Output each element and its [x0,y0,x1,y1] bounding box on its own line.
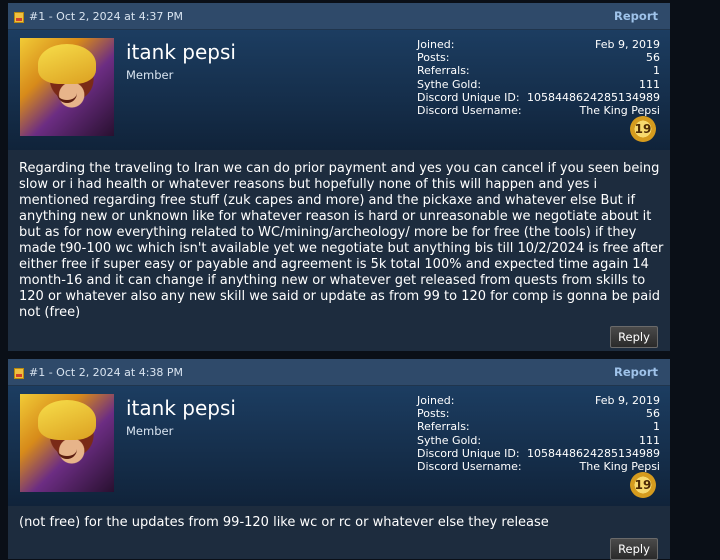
rank-badge-icon: 19 [630,472,656,498]
reply-button[interactable]: Reply [610,326,658,348]
posts-value[interactable]: 56 [527,51,660,64]
forum-post: #1 - Oct 2, 2024 at 4:38 PM Report itank… [8,359,670,560]
posts-label: Posts: [417,51,450,65]
discord-username-label: Discord Username: [417,460,522,474]
joined-label: Joined: [417,394,455,407]
posts-label: Posts: [417,407,450,421]
discord-id-value: 1058448624285134989 [527,90,660,104]
avatar[interactable] [20,394,114,492]
username-link[interactable]: itank pepsi [126,396,236,420]
user-stats-values: Feb 9, 2019 56 1 111 1058448624285134989… [527,38,660,117]
forum-post: #1 - Oct 2, 2024 at 4:37 PM Report itank… [8,3,670,351]
post-permalink[interactable]: #1 - Oct 2, 2024 at 4:37 PM [29,10,183,23]
reply-button[interactable]: Reply [610,538,658,560]
post-message: Regarding the traveling to Iran we can d… [19,161,664,320]
post-icon [14,368,24,379]
gold-value: 111 [639,433,660,447]
posts-value[interactable]: 56 [527,407,660,420]
referrals-value: 1 [653,64,660,78]
joined-value: Feb 9, 2019 [595,38,660,51]
post-icon [14,12,24,23]
discord-id-value: 1058448624285134989 [527,446,660,460]
report-link[interactable]: Report [614,365,658,379]
post-header: #1 - Oct 2, 2024 at 4:37 PM Report [8,3,670,30]
username-link[interactable]: itank pepsi [126,40,236,64]
joined-value: Feb 9, 2019 [595,394,660,407]
user-stats-labels: Joined: Posts: Referrals: Sythe Gold: Di… [417,394,522,473]
gold-value: 111 [639,77,660,91]
gold-label: Sythe Gold: [417,77,482,91]
joined-label: Joined: [417,38,455,51]
referrals-label: Referrals: [417,64,470,78]
referrals-value: 1 [653,420,660,434]
user-stats-values: Feb 9, 2019 56 1 111 1058448624285134989… [527,394,660,473]
post-message: (not free) for the updates from 99-120 l… [19,515,549,530]
user-info-bar: itank pepsi Member Joined: Posts: Referr… [8,30,670,150]
referrals-label: Referrals: [417,420,470,434]
post-permalink[interactable]: #1 - Oct 2, 2024 at 4:38 PM [29,366,183,379]
user-role: Member [126,424,174,438]
user-info-bar: itank pepsi Member Joined: Posts: Referr… [8,386,670,506]
gold-label: Sythe Gold: [417,433,482,447]
post-header: #1 - Oct 2, 2024 at 4:38 PM Report [8,359,670,386]
user-role: Member [126,68,174,82]
avatar[interactable] [20,38,114,136]
user-stats-labels: Joined: Posts: Referrals: Sythe Gold: Di… [417,38,522,117]
discord-id-label: Discord Unique ID: [417,446,520,460]
discord-username-label: Discord Username: [417,104,522,118]
rank-badge-icon: 19 [630,116,656,142]
discord-id-label: Discord Unique ID: [417,90,520,104]
report-link[interactable]: Report [614,9,658,23]
